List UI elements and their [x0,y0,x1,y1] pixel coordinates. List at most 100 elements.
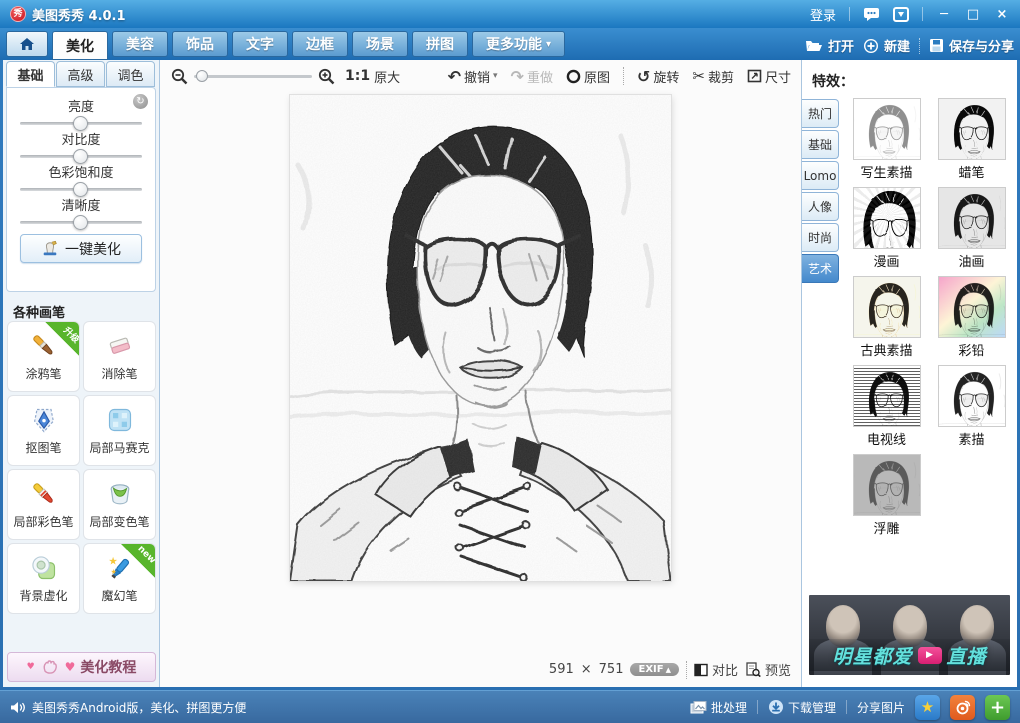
effect-sketch[interactable]: 素描 [931,366,1012,448]
new-ribbon: new [121,544,155,578]
slider-thumb[interactable] [73,116,88,131]
effects-tab-lomo[interactable]: Lomo [802,161,839,190]
tab-basic[interactable]: 基础 [6,61,55,87]
background-blur-button[interactable]: 背景虚化 [7,543,80,614]
view-original-button[interactable]: 原图 [566,67,610,86]
upgrade-ribbon: 升级 [45,322,79,356]
clarity-label: 清晰度 [7,199,155,214]
qzone-share-icon[interactable]: ★ [915,695,940,720]
reset-icon[interactable]: ↻ [133,94,148,109]
saturation-slider[interactable] [20,188,142,191]
zoom-slider-thumb[interactable] [196,70,208,82]
tab-beautify[interactable]: 美化 [52,31,108,60]
zoom-ratio-label[interactable]: 1:1 [345,68,370,84]
preview-button[interactable]: 预览 [745,660,791,679]
slider-thumb[interactable] [73,149,88,164]
magic-pen-button[interactable]: ★★ 魔幻笔 new [83,543,156,614]
recolor-pen-button[interactable]: 局部变色笔 [83,469,156,540]
undo-button[interactable]: ↶ 撤销 ▾ [448,67,498,86]
share-images-button[interactable]: 分享图片 [857,699,905,716]
beautify-tutorial-button[interactable]: ♥ ♥ 美化教程 [7,652,156,682]
zoom-fit-label[interactable]: 原大 [374,67,400,86]
clarity-slider[interactable] [20,221,142,224]
tab-collage[interactable]: 拼图 [412,31,468,57]
zoom-slider[interactable] [194,75,312,78]
scissors-icon: ✂ [692,67,705,85]
feedback-icon[interactable] [863,7,880,22]
open-button[interactable]: 打开 [805,36,854,55]
effect-crayon[interactable]: 蜡笔 [931,99,1012,181]
exif-badge[interactable]: EXIF ▲ [630,663,678,676]
cutout-pen-button[interactable]: 抠图笔 [7,395,80,466]
tab-frame[interactable]: 边框 [292,31,348,57]
effect-color-pencil[interactable]: 彩铅 [931,277,1012,359]
tab-decorate[interactable]: 饰品 [172,31,228,57]
color-brush-icon [30,480,58,508]
rotate-button[interactable]: ↺ 旋转 [637,67,679,86]
titlebar-divider [922,7,923,21]
ad-banner[interactable]: 明星都爱 ▶ 直播 [809,595,1010,675]
add-share-icon[interactable]: + [985,695,1010,720]
download-manager-button[interactable]: 下载管理 [768,699,836,716]
effect-oil-painting[interactable]: 油画 [931,188,1012,270]
effect-tv-lines[interactable]: 电视线 [846,366,927,448]
effects-grid: 写生素描 蜡笔 漫画 油画 古典素描 [846,99,1012,537]
login-link[interactable]: 登录 [810,5,836,24]
edited-photo-canvas[interactable] [290,95,671,581]
one-click-beautify-button[interactable]: 一键美化 [20,234,142,263]
tab-text[interactable]: 文字 [232,31,288,57]
app-logo-icon: 秀 [10,6,26,22]
crop-button[interactable]: ✂ 裁剪 [692,67,734,86]
mosaic-icon [106,406,134,434]
tab-more-features[interactable]: 更多功能▾ [472,31,565,57]
plus-circle-icon [863,38,879,54]
redo-button[interactable]: ↷ 重做 [511,67,553,86]
resize-icon [747,69,762,83]
slider-thumb[interactable] [73,215,88,230]
effects-tab-basic[interactable]: 基础 [802,130,839,159]
save-share-button[interactable]: 保存与分享 [929,36,1014,55]
effects-tab-hot[interactable]: 热门 [802,99,839,128]
mosaic-button[interactable]: 局部马赛克 [83,395,156,466]
batch-icon [690,700,707,715]
weibo-share-icon[interactable] [950,695,975,720]
compare-button[interactable]: 对比 [694,660,738,679]
doodle-pen-button[interactable]: 涂鸦笔 升级 [7,321,80,392]
effect-sketch-live[interactable]: 写生素描 [846,99,927,181]
taskbar-divider [846,700,847,714]
tab-tone[interactable]: 调色 [106,61,155,87]
saturation-label: 色彩饱和度 [7,166,155,181]
heart-icon: ♥ [65,660,76,674]
paint-bucket-icon [106,480,134,508]
maximize-icon[interactable]: □ [965,7,981,22]
effects-tab-fashion[interactable]: 时尚 [802,223,839,252]
heart-icon: ♥ [27,662,35,672]
tab-scene[interactable]: 场景 [352,31,408,57]
zoom-in-icon[interactable] [318,68,335,85]
tab-makeup[interactable]: 美容 [112,31,168,57]
undo-history-caret-icon[interactable]: ▾ [493,71,498,81]
batch-process-button[interactable]: 批处理 [690,699,747,716]
contrast-slider[interactable] [20,155,142,158]
tab-advanced[interactable]: 高级 [56,61,105,87]
skin-icon[interactable] [893,7,909,22]
local-color-pen-button[interactable]: 局部彩色笔 [7,469,80,540]
effect-emboss[interactable]: 浮雕 [846,455,927,537]
effects-tab-art[interactable]: 艺术 [802,254,839,283]
zoom-out-icon[interactable] [171,68,188,85]
new-button[interactable]: 新建 [863,36,910,55]
toolbar-divider [623,67,624,85]
minimize-icon[interactable]: ─ [936,7,952,22]
undo-icon: ↶ [448,67,461,86]
effects-tab-portrait[interactable]: 人像 [802,192,839,221]
resize-button[interactable]: 尺寸 [747,67,791,86]
promo-message[interactable]: 美图秀秀Android版，美化、拼图更方便 [10,699,246,716]
effect-comic[interactable]: 漫画 [846,188,927,270]
effect-classic-sketch[interactable]: 古典素描 [846,277,927,359]
erase-pen-button[interactable]: 消除笔 [83,321,156,392]
blur-lens-icon [30,554,58,582]
close-icon[interactable]: × [994,7,1010,22]
brightness-slider[interactable] [20,122,142,125]
home-tab[interactable] [6,31,48,57]
slider-thumb[interactable] [73,182,88,197]
